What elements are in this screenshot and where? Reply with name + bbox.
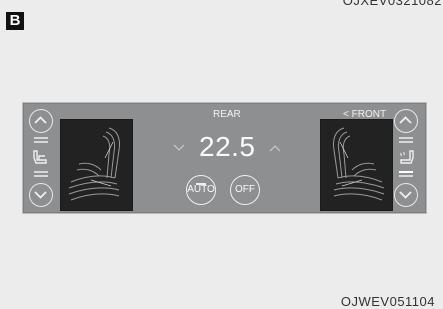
off-button-label: OFF bbox=[235, 184, 255, 195]
figure-code-top: OJXEV0321082 bbox=[342, 0, 442, 8]
chevron-up-icon bbox=[399, 116, 412, 124]
left-seat-down-button[interactable] bbox=[29, 183, 53, 207]
right-level-bar-1 bbox=[399, 137, 413, 139]
off-button[interactable]: OFF bbox=[230, 175, 260, 205]
left-level-bar-3 bbox=[34, 171, 48, 173]
left-seat-controls bbox=[29, 109, 55, 207]
temp-down-button[interactable] bbox=[173, 143, 185, 153]
right-seat-controls bbox=[394, 109, 420, 207]
right-seat-down-button[interactable] bbox=[394, 183, 418, 207]
climate-panel: REAR < FRONT 22.5 AUTO OFF bbox=[22, 102, 427, 214]
temp-up-button[interactable] bbox=[269, 143, 281, 153]
figure-code-bottom: OJWEV051104 bbox=[340, 294, 435, 309]
seat-illustration bbox=[68, 127, 120, 201]
right-seat-up-button[interactable] bbox=[394, 109, 418, 133]
left-level-bar-2 bbox=[34, 141, 48, 143]
auto-indicator bbox=[196, 183, 206, 185]
right-level-bar-4 bbox=[399, 175, 413, 177]
left-seat-illustration bbox=[60, 119, 133, 211]
right-level-bar-3 bbox=[399, 171, 413, 173]
auto-button[interactable]: AUTO bbox=[186, 175, 216, 205]
right-seat-illustration bbox=[320, 119, 393, 211]
left-level-bar-4 bbox=[34, 175, 48, 177]
heated-seat-icon[interactable] bbox=[396, 147, 416, 167]
right-level-bar-2 bbox=[399, 141, 413, 143]
left-level-bar-1 bbox=[34, 137, 48, 139]
chevron-down-icon bbox=[34, 191, 47, 199]
rear-label[interactable]: REAR bbox=[213, 109, 241, 120]
seat-illustration bbox=[333, 127, 385, 201]
auto-button-label: AUTO bbox=[187, 184, 215, 195]
left-seat-up-button[interactable] bbox=[29, 109, 53, 133]
chevron-up-icon bbox=[34, 116, 47, 124]
seat-icon[interactable] bbox=[31, 147, 51, 167]
temperature-display: 22.5 bbox=[199, 131, 256, 162]
chevron-down-icon bbox=[399, 191, 412, 199]
section-badge: B bbox=[6, 12, 24, 30]
